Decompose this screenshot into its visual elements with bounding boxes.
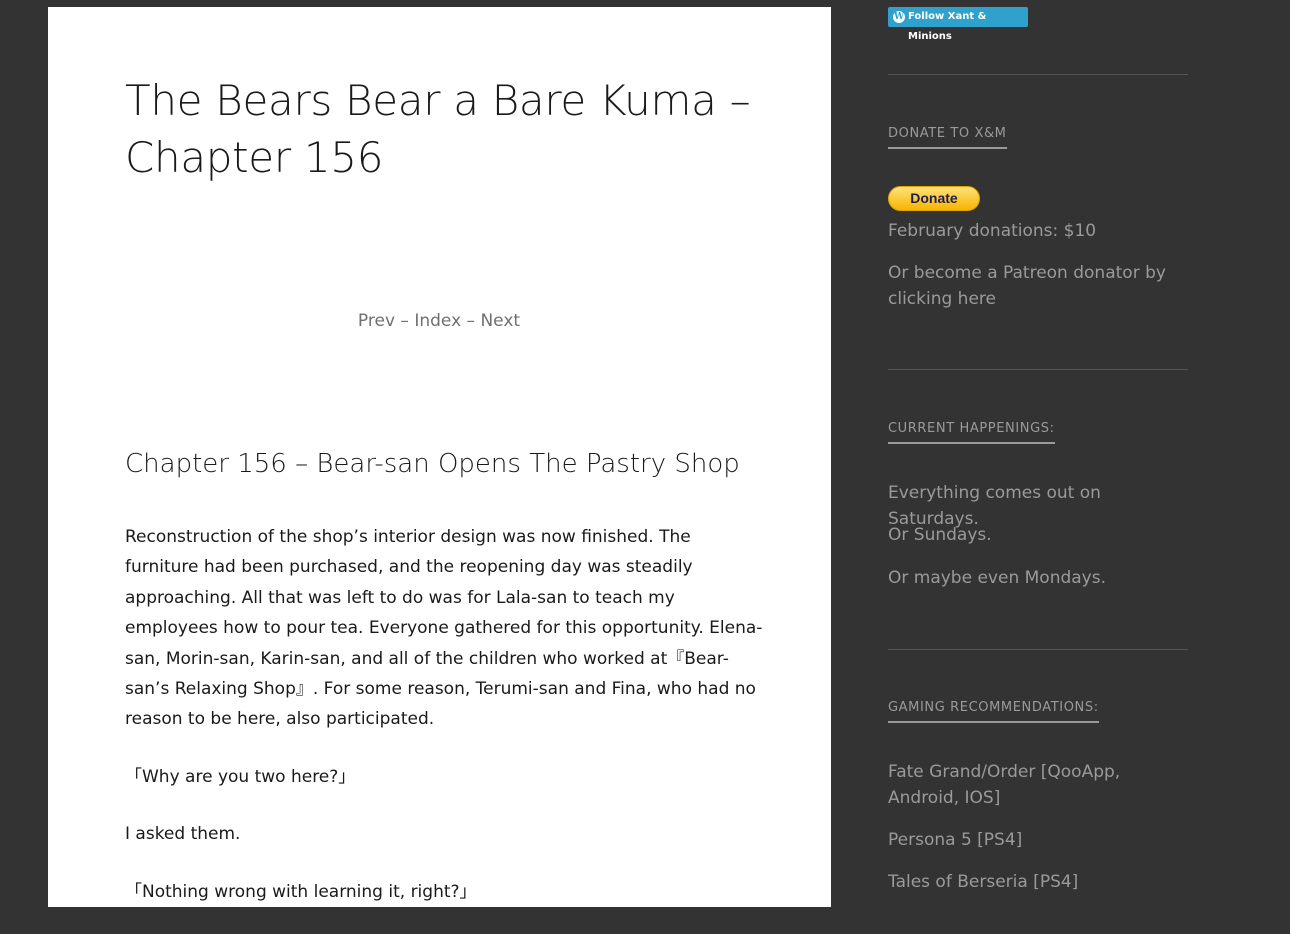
happenings-widget-title: CURRENT HAPPENINGS: <box>888 421 1055 444</box>
next-link[interactable]: Next <box>480 311 520 331</box>
happenings-item: Or Sundays. <box>888 525 992 545</box>
patreon-link[interactable]: Or become a Patreon donator by clicking … <box>888 263 1166 309</box>
gaming-item: Fate Grand/Order [QooApp, Android, IOS] <box>888 762 1121 808</box>
nav-separator: – <box>461 311 481 331</box>
page-title: The Bears Bear a Bare Kuma – Chapter 156 <box>125 76 751 182</box>
widget-divider <box>888 74 1188 75</box>
body-paragraph: 「Nothing wrong with learning it, right?」 <box>125 881 477 902</box>
gaming-item: Persona 5 [PS4] <box>888 830 1023 850</box>
nav-separator: – <box>395 311 415 331</box>
body-paragraph: Reconstruction of the shop’s interior de… <box>125 527 763 730</box>
follow-button[interactable]: W Follow Xant & Minions <box>888 7 1028 42</box>
patreon-link-text[interactable]: Or become a Patreon donator by clicking … <box>888 260 1188 312</box>
donate-widget-title: DONATE TO X&M <box>888 126 1007 149</box>
gaming-item: Tales of Berseria [PS4] <box>888 872 1079 892</box>
index-link[interactable]: Index <box>414 311 461 331</box>
chapter-heading: Chapter 156 – Bear-san Opens The Pastry … <box>125 449 740 479</box>
donate-button[interactable]: Donate <box>888 186 980 211</box>
article: The Bears Bear a Bare Kuma – Chapter 156… <box>48 7 831 907</box>
prev-link[interactable]: Prev <box>358 311 395 331</box>
donations-text: February donations: $10 <box>888 221 1097 241</box>
follow-label: Follow Xant & Minions <box>908 11 987 42</box>
wordpress-icon: W <box>893 11 905 23</box>
chapter-navigation: Prev – Index – Next <box>125 311 753 331</box>
widget-divider <box>888 369 1188 370</box>
happenings-item: Or maybe even Mondays. <box>888 568 1106 588</box>
gaming-widget-title: GAMING RECOMMENDATIONS: <box>888 700 1099 723</box>
body-paragraph: I asked them. <box>125 824 241 845</box>
body-paragraph: 「Why are you two here?」 <box>125 766 356 787</box>
chapter-body: Reconstruction of the shop’s interior de… <box>125 522 765 934</box>
widget-divider <box>888 649 1188 650</box>
